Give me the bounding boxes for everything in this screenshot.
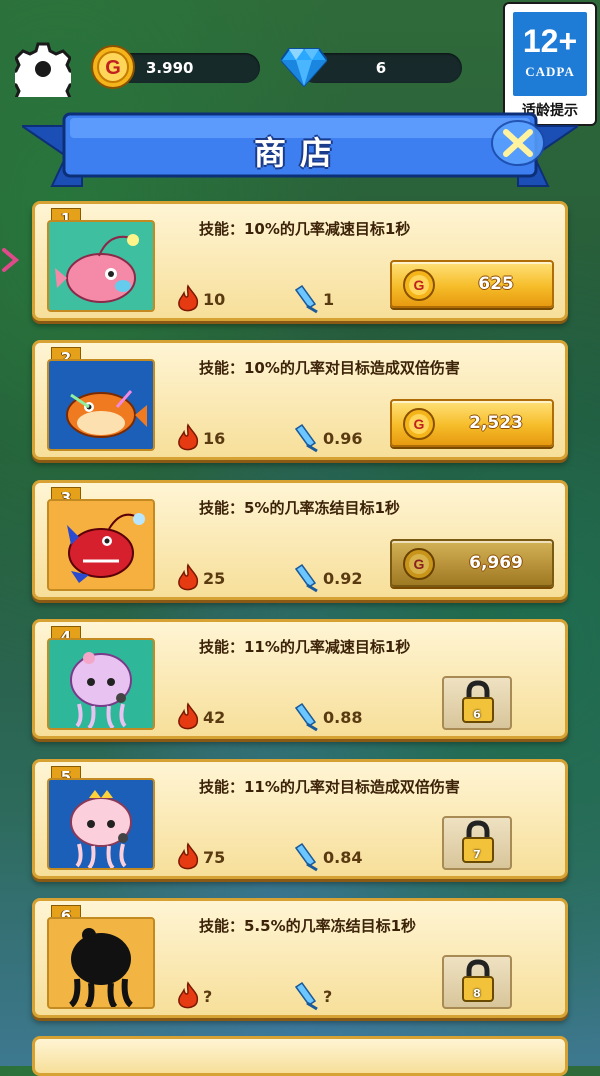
shop-item-3: 3 技能：5%的几率冻结目标1秒 25 0.92 G 6,969 [32, 480, 568, 600]
speed-value: 1 [323, 290, 335, 309]
skill-text: 技能：11%的几率减速目标1秒 [199, 638, 411, 656]
speed-icon [294, 702, 318, 732]
fish-portrait [47, 499, 155, 591]
speed-value: ? [323, 987, 333, 1006]
gold-coin-icon: G [403, 269, 435, 301]
speed-icon [294, 284, 318, 314]
fish-portrait [47, 359, 155, 451]
svg-text:G: G [414, 277, 425, 293]
gold-coin-icon: G [403, 548, 435, 580]
power-value: 16 [203, 429, 226, 448]
speed-icon [294, 563, 318, 593]
red-anglerfish-icon [67, 513, 145, 583]
locked-slot[interactable]: 7 [442, 816, 512, 870]
svg-text:G: G [414, 556, 425, 572]
speed-value: 0.88 [323, 708, 363, 727]
fire-icon [178, 981, 199, 1009]
gold-coin-icon: G [91, 45, 135, 89]
svg-text:G: G [414, 416, 425, 432]
shop-item-4: 4 技能：11%的几率减速目标1秒 42 0.88 6 [32, 619, 568, 739]
side-expand-arrow[interactable] [0, 240, 22, 280]
skill-text: 技能：5%的几率冻结目标1秒 [199, 499, 400, 517]
price-label: 2,523 [469, 413, 523, 433]
gold-coin-icon: G [403, 408, 435, 440]
fish-portrait [47, 917, 155, 1009]
fire-icon [178, 842, 199, 870]
age-rating: 12+ [522, 23, 578, 59]
power-value: ? [203, 987, 213, 1006]
unlock-level: 6 [473, 708, 481, 721]
power-value: 42 [203, 708, 226, 727]
skill-text: 技能：5.5%的几率冻结目标1秒 [199, 917, 417, 935]
locked-slot[interactable]: 6 [442, 676, 512, 730]
power-value: 75 [203, 848, 226, 867]
svg-text:G: G [105, 57, 121, 79]
shop-item-5: 5 技能：11%的几率对目标造成双倍伤害 75 0.84 7 [32, 759, 568, 879]
speed-icon [294, 981, 318, 1011]
fire-icon [178, 702, 199, 730]
fire-icon [178, 563, 199, 591]
speed-value: 0.92 [323, 569, 363, 588]
skill-text: 技能：10%的几率对目标造成双倍伤害 [199, 359, 460, 377]
princess-jellyfish-icon [70, 790, 132, 868]
fire-icon [178, 423, 199, 451]
jellyfish-icon [70, 652, 132, 728]
shop-item-6: 6 技能：5.5%的几率冻结目标1秒 ? ? 8 [32, 898, 568, 1018]
shop-item-7-partial [32, 1036, 568, 1076]
pink-anglerfish-icon [55, 234, 139, 303]
gold-amount: 3.990 [146, 59, 194, 77]
gem-amount: 6 [375, 59, 387, 77]
fish-portrait [47, 638, 155, 730]
buy-button[interactable]: G 625 [390, 260, 554, 308]
buy-button-disabled[interactable]: G 6,969 [390, 539, 554, 587]
gear-icon [15, 42, 71, 97]
price-label: 625 [478, 274, 514, 294]
shop-item-1: 1 技能：10%的几率减速目标1秒 10 1 G 625 [32, 201, 568, 321]
mystery-silhouette-icon [68, 928, 134, 1007]
speed-value: 0.96 [323, 429, 363, 448]
power-value: 10 [203, 290, 226, 309]
speed-value: 0.84 [323, 848, 363, 867]
unlock-level: 7 [473, 848, 481, 861]
fire-icon [178, 284, 199, 312]
speed-icon [294, 423, 318, 453]
power-value: 25 [203, 569, 226, 588]
diamond-icon [281, 48, 327, 87]
skill-text: 技能：11%的几率对目标造成双倍伤害 [199, 778, 460, 796]
fish-portrait [47, 220, 155, 312]
close-button[interactable] [490, 118, 546, 168]
price-label: 6,969 [469, 553, 523, 573]
unlock-level: 8 [473, 987, 481, 1000]
rating-org: CADPA [525, 64, 575, 79]
shop-item-2: 2 技能：10%的几率对目标造成双倍伤害 16 0.96 G 2,523 [32, 340, 568, 460]
speed-icon [294, 842, 318, 872]
settings-gear-button[interactable] [14, 40, 72, 98]
buy-button[interactable]: G 2,523 [390, 399, 554, 447]
locked-slot[interactable]: 8 [442, 955, 512, 1009]
orange-anglerfish-icon [66, 390, 147, 438]
skill-text: 技能：10%的几率减速目标1秒 [199, 220, 411, 238]
fish-portrait [47, 778, 155, 870]
